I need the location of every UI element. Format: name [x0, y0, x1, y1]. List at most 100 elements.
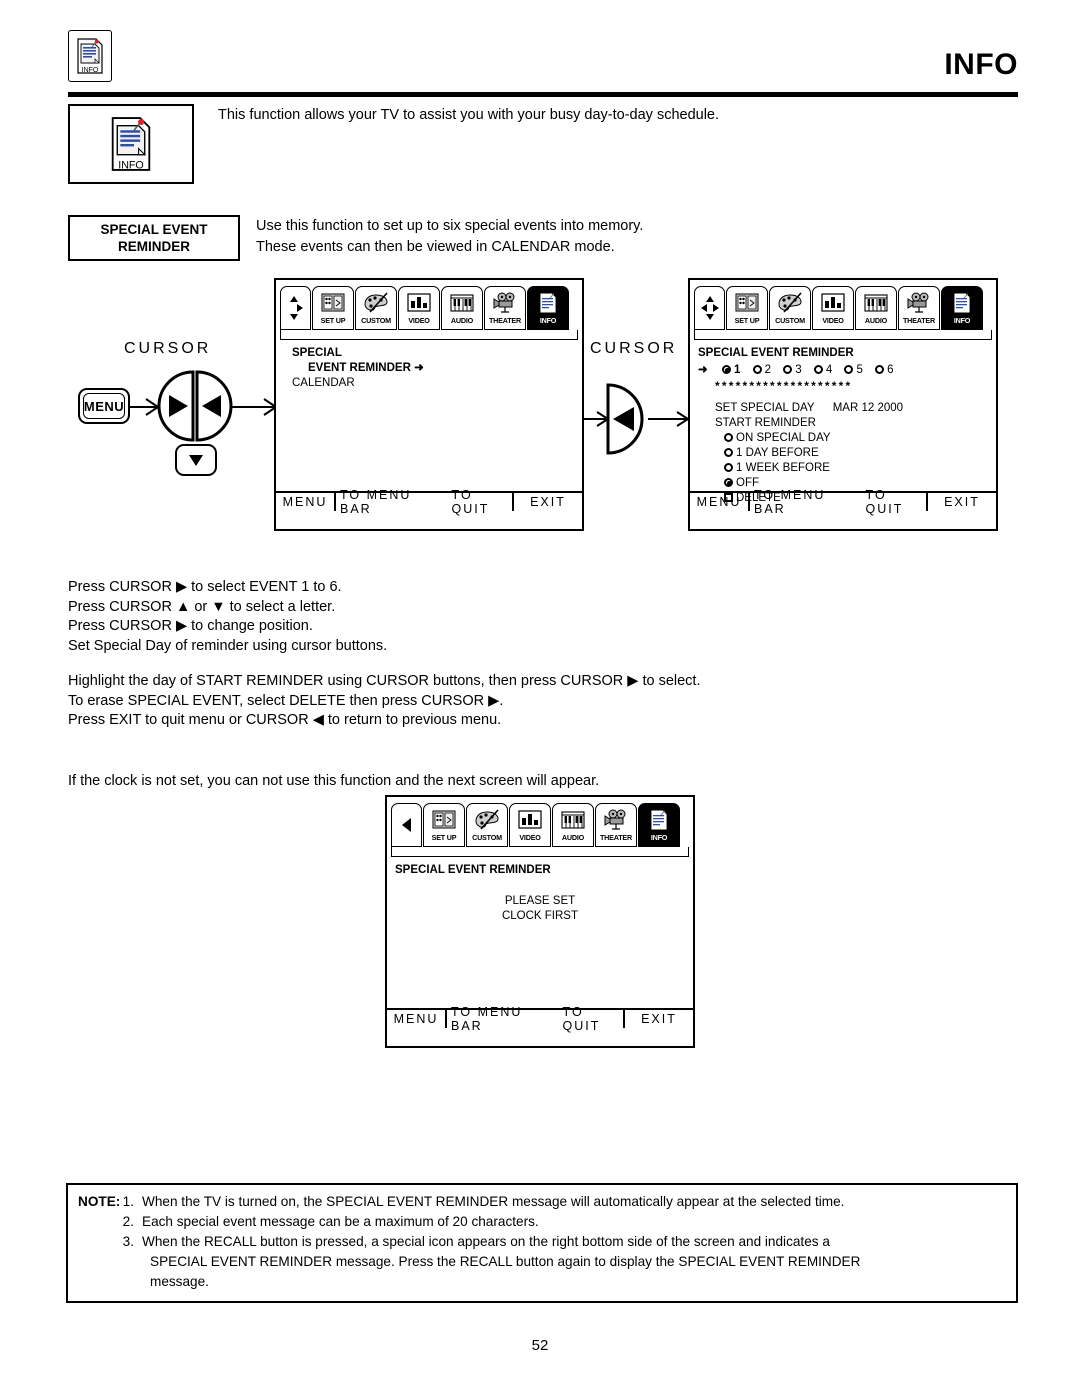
menu-item-theater[interactable]: THEATER	[484, 286, 526, 330]
menu-item-theater[interactable]: THEATER	[898, 286, 940, 330]
menu-item-video-label: VIDEO	[822, 316, 844, 325]
info-document-icon	[537, 287, 559, 316]
footer-exit: EXIT	[530, 495, 566, 509]
menu-item-audio[interactable]: AUDIO	[441, 286, 483, 330]
option-radio	[724, 448, 733, 457]
option-radio	[724, 463, 733, 472]
menu-item-info[interactable]: INFO	[527, 286, 569, 330]
info-document-icon	[648, 804, 670, 833]
menu-item-theater-label: THEATER	[488, 316, 521, 325]
menu-item-custom[interactable]: CUSTOM	[769, 286, 811, 330]
right-cursor-pad[interactable]	[604, 383, 648, 455]
piano-keys-icon	[560, 804, 586, 833]
menu-item-theater-label: THEATER	[599, 833, 632, 842]
menu-item-video-label: VIDEO	[519, 833, 541, 842]
instruction-line: Highlight the day of START REMINDER usin…	[68, 673, 701, 689]
palette-icon	[363, 287, 389, 316]
nav-pad-arrows-icon	[289, 296, 303, 320]
menu-button-label: MENU	[83, 398, 125, 414]
menu-bar-underline	[280, 330, 578, 340]
tv-footer-right: MENU TO MENU BAR TO QUIT EXIT	[690, 488, 996, 516]
note-number: 1.	[122, 1194, 134, 1209]
instruction-line: Press CURSOR ▲ or ▼ to select a letter.	[68, 598, 336, 615]
note-item-2: 2. Each special event message can be a m…	[78, 1212, 1006, 1232]
selection-arrow-icon: ➜	[698, 364, 708, 376]
option-1-week-before[interactable]: 1 WEEK BEFORE	[690, 461, 996, 476]
footer-to-menu-bar: TO MENU BAR TO QUIT	[750, 488, 928, 516]
option-radio	[724, 478, 733, 487]
screen-bottom-title: SPECIAL EVENT REMINDER	[395, 864, 551, 876]
screen-left-row-event-reminder[interactable]: EVENT REMINDER ➜	[276, 361, 582, 376]
menu-item-custom-label: CUSTOM	[775, 316, 805, 325]
tv-footer-left: MENU TO MENU BAR TO QUIT EXIT	[276, 488, 582, 516]
up-right-down-nav-pad[interactable]	[280, 286, 311, 330]
note-text: When the TV is turned on, the SPECIAL EV…	[142, 1194, 845, 1209]
screen-left-row-calendar[interactable]: CALENDAR	[276, 376, 582, 391]
selection-arrow-icon: ➜	[414, 362, 424, 374]
note-number: 2.	[122, 1214, 134, 1229]
event-option-4[interactable]: 4	[813, 364, 832, 376]
event-option-6[interactable]: 6	[875, 364, 894, 376]
menu-item-audio-label: AUDIO	[864, 316, 888, 325]
set-special-day-row[interactable]: SET SPECIAL DAY MAR 12 2000	[690, 394, 996, 416]
event-radio-1	[722, 365, 732, 374]
menu-bar: SET UP CUSTOM VIDEO AUDIO THEATER INFO	[280, 284, 578, 330]
footer-menu: MENU	[387, 1010, 447, 1028]
cursor-down-button[interactable]	[175, 444, 217, 476]
tv-footer-bottom: MENU TO MENU BAR TO QUIT EXIT	[387, 1005, 693, 1033]
arrow-menu-to-cursor-icon	[130, 398, 159, 416]
piano-keys-icon	[449, 287, 475, 316]
nav-pad-left-arrow-icon	[401, 818, 411, 832]
feature-label-line2: REMINDER	[117, 239, 190, 254]
video-bars-icon	[517, 804, 543, 833]
event-radio-2	[752, 365, 762, 374]
event-option-5[interactable]: 5	[844, 364, 863, 376]
page-number: 52	[531, 1337, 549, 1354]
palette-icon	[777, 287, 803, 316]
cursor-label-left: CURSOR	[124, 340, 212, 357]
menu-item-setup[interactable]: SET UP	[312, 286, 354, 330]
event-option-1[interactable]: 1	[722, 364, 740, 376]
option-1-day-before[interactable]: 1 DAY BEFORE	[690, 446, 996, 461]
cursor-label-middle: CURSOR	[590, 340, 678, 357]
left-nav-pad[interactable]	[391, 803, 422, 847]
clock-warning-line1: PLEASE SET	[504, 895, 576, 907]
event-message-field[interactable]: ********************	[690, 378, 996, 394]
event-selector-row: ➜ 1 2 3 4 5 6	[690, 361, 996, 378]
menu-item-audio[interactable]: AUDIO	[855, 286, 897, 330]
four-way-nav-pad[interactable]	[694, 286, 725, 330]
tv-screen-body: SPECIAL EVENT REMINDER ➜ CALENDAR MENU T…	[276, 340, 582, 516]
menu-button[interactable]: MENU	[78, 388, 130, 424]
menu-item-setup[interactable]: SET UP	[423, 803, 465, 847]
option-on-special-day[interactable]: ON SPECIAL DAY	[690, 431, 996, 446]
menu-item-video[interactable]: VIDEO	[812, 286, 854, 330]
menu-item-audio-label: AUDIO	[450, 316, 474, 325]
menu-item-video[interactable]: VIDEO	[398, 286, 440, 330]
option-radio	[724, 433, 733, 442]
film-projector-icon	[603, 804, 629, 833]
footer-menu: MENU	[276, 493, 336, 511]
menu-item-custom[interactable]: CUSTOM	[355, 286, 397, 330]
note-text: SPECIAL EVENT REMINDER message. Press th…	[150, 1254, 861, 1269]
feature-desc-line1: Use this function to set up to six speci…	[256, 218, 644, 234]
info-document-icon: INFO	[77, 38, 103, 74]
menu-item-audio[interactable]: AUDIO	[552, 803, 594, 847]
menu-item-custom[interactable]: CUSTOM	[466, 803, 508, 847]
note-label: NOTE:	[78, 1194, 121, 1209]
event-option-3[interactable]: 3	[783, 364, 802, 376]
menu-item-custom-label: CUSTOM	[472, 833, 502, 842]
event-option-2[interactable]: 2	[752, 364, 771, 376]
intro-description: This function allows your TV to assist y…	[218, 107, 720, 123]
clock-warning-line2: CLOCK FIRST	[501, 910, 579, 922]
instruction-line: Press EXIT to quit menu or CURSOR ◀ to r…	[68, 712, 502, 728]
menu-item-theater[interactable]: THEATER	[595, 803, 637, 847]
menu-item-info-label: INFO	[650, 833, 668, 842]
menu-item-video[interactable]: VIDEO	[509, 803, 551, 847]
left-right-cursor-pad[interactable]	[157, 370, 233, 442]
menu-item-info[interactable]: INFO	[638, 803, 680, 847]
menu-item-setup[interactable]: SET UP	[726, 286, 768, 330]
event-radio-3	[783, 365, 793, 374]
set-special-day-value: MAR 12 2000	[832, 402, 904, 414]
menu-item-info[interactable]: INFO	[941, 286, 983, 330]
event-radio-6	[875, 365, 885, 374]
